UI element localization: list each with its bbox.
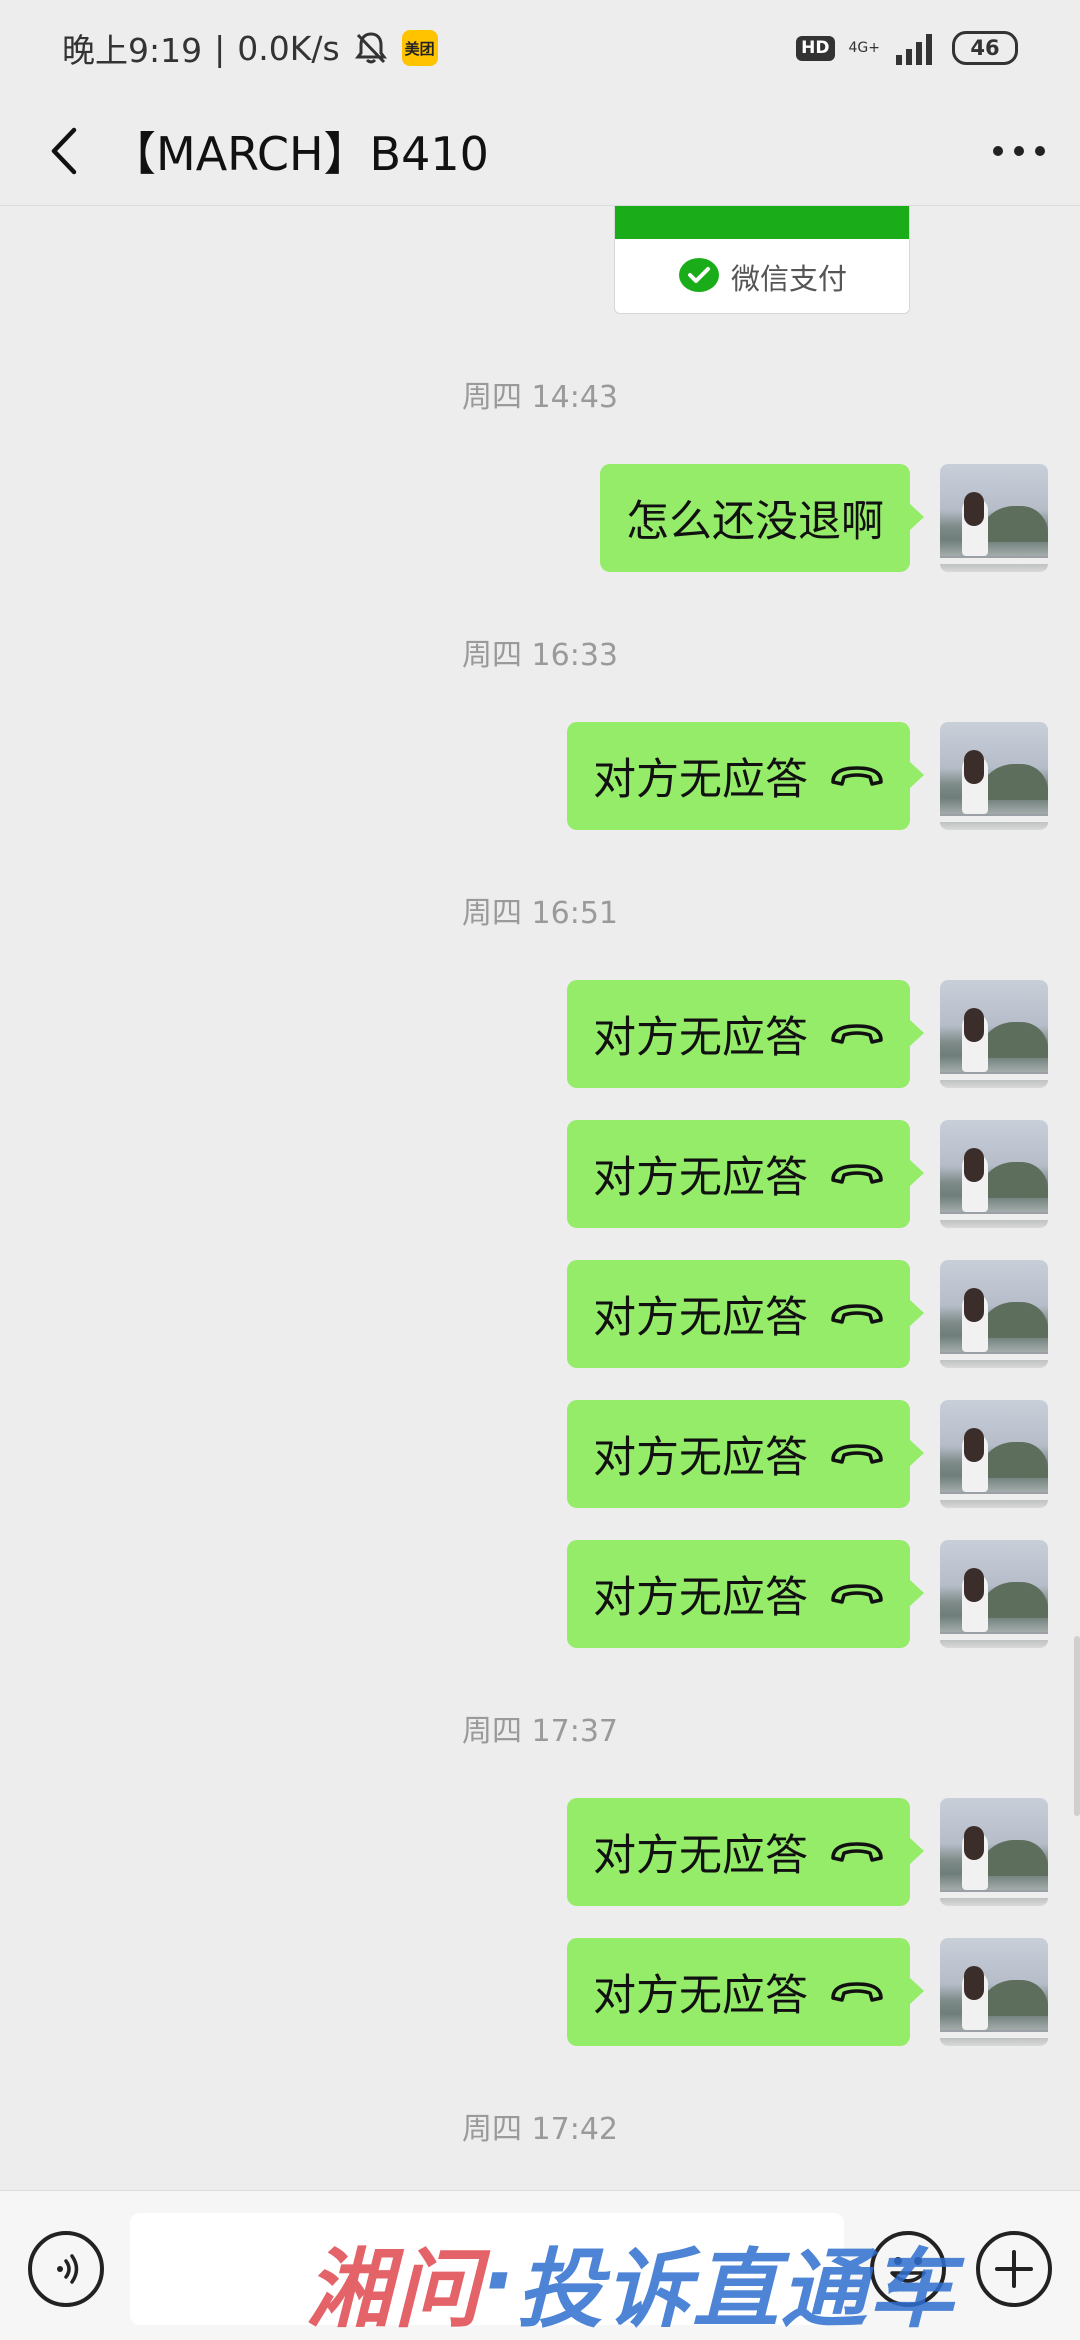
phone-hangup-icon <box>831 1842 883 1862</box>
message-text: 对方无应答 <box>593 1831 808 1881</box>
wechat-pay-icon <box>678 258 719 292</box>
message-row: 对方无应答 <box>0 1260 1080 1368</box>
phone-hangup-icon <box>831 1444 883 1464</box>
avatar[interactable] <box>940 464 1048 572</box>
call-bubble[interactable]: 对方无应答 <box>567 1540 924 1648</box>
timestamp: 周四 16:33 <box>462 638 618 673</box>
avatar[interactable] <box>940 980 1048 1088</box>
call-bubble[interactable]: 对方无应答 <box>567 1400 924 1508</box>
message-bubble[interactable]: 怎么还没退啊 <box>600 464 924 572</box>
scrollbar[interactable] <box>1074 1636 1080 1816</box>
avatar[interactable] <box>940 1540 1048 1648</box>
chat-title: 【MARCH】B410 <box>110 127 489 181</box>
timestamp: 周四 17:42 <box>462 2112 618 2147</box>
chat-header: 【MARCH】B410 <box>0 96 1080 206</box>
timestamp: 周四 17:37 <box>462 1714 618 1749</box>
plus-icon <box>995 2250 1033 2288</box>
voice-button[interactable] <box>28 2231 104 2307</box>
avatar[interactable] <box>940 1260 1048 1368</box>
more-options-button[interactable] <box>986 118 1052 184</box>
more-dots-icon <box>993 146 1045 156</box>
pay-card-footer: 微信支付 <box>615 239 909 313</box>
call-bubble[interactable]: 对方无应答 <box>567 1120 924 1228</box>
back-button[interactable] <box>30 118 96 184</box>
status-time: 晚上9:19 <box>62 31 203 70</box>
plus-button[interactable] <box>976 2231 1052 2307</box>
message-row: 对方无应答 <box>0 1938 1080 2046</box>
emoji-icon <box>890 2257 926 2283</box>
message-row: 对方无应答 <box>0 1798 1080 1906</box>
message-text: 对方无应答 <box>593 1433 808 1483</box>
avatar[interactable] <box>940 1938 1048 2046</box>
call-bubble[interactable]: 对方无应答 <box>567 1938 924 2046</box>
avatar[interactable] <box>940 722 1048 830</box>
message-row: 对方无应答 <box>0 722 1080 830</box>
message-text: 对方无应答 <box>593 1971 808 2021</box>
message-list[interactable]: 微信支付 周四 14:43 怎么还没退啊 周四 16:33 对方无应答 周四 1… <box>0 206 1080 2190</box>
timestamp: 周四 16:51 <box>462 896 618 931</box>
message-text: 对方无应答 <box>593 1293 808 1343</box>
call-bubble[interactable]: 对方无应答 <box>567 1798 924 1906</box>
meituan-app-icon: 美团 <box>401 30 438 66</box>
phone-hangup-icon <box>831 1304 883 1324</box>
message-row: 怎么还没退啊 <box>0 464 1080 572</box>
call-bubble[interactable]: 对方无应答 <box>567 722 924 830</box>
message-text: 对方无应答 <box>593 1153 808 1203</box>
hd-badge: HD <box>796 35 835 61</box>
network-indicator: 4G+ <box>849 41 881 55</box>
input-bar <box>0 2190 1080 2340</box>
message-input[interactable] <box>130 2213 844 2325</box>
phone-hangup-icon <box>831 1024 883 1044</box>
message-row: 对方无应答 <box>0 980 1080 1088</box>
avatar[interactable] <box>940 1400 1048 1508</box>
status-right: HD 4G+ 46 <box>796 26 1018 70</box>
emoji-button[interactable] <box>870 2231 946 2307</box>
call-bubble[interactable]: 对方无应答 <box>567 1260 924 1368</box>
message-row: 对方无应答 <box>0 1400 1080 1508</box>
signal-icon <box>896 34 932 65</box>
battery-indicator: 46 <box>952 31 1018 65</box>
pay-card-banner <box>615 206 909 239</box>
message-row: 对方无应答 <box>0 1540 1080 1648</box>
phone-hangup-icon <box>831 766 883 786</box>
phone-hangup-icon <box>831 1164 883 1184</box>
pay-card-label: 微信支付 <box>730 262 847 296</box>
message-row: 对方无应答 <box>0 1120 1080 1228</box>
call-bubble[interactable]: 对方无应答 <box>567 980 924 1088</box>
status-bar: 晚上9:19 | 0.0K/s 美团 HD 4G+ 46 <box>0 0 1080 96</box>
bell-off-icon <box>354 32 387 64</box>
message-text: 对方无应答 <box>593 1573 808 1623</box>
message-text: 怎么还没退啊 <box>626 497 884 547</box>
status-left: 晚上9:19 | 0.0K/s 美团 <box>62 24 438 72</box>
message-text: 对方无应答 <box>593 755 808 805</box>
avatar[interactable] <box>940 1120 1048 1228</box>
avatar[interactable] <box>940 1798 1048 1906</box>
wechat-pay-card[interactable]: 微信支付 <box>614 206 910 314</box>
phone-hangup-icon <box>831 1982 883 2002</box>
back-arrow-icon <box>51 127 77 175</box>
status-separator: | <box>214 28 226 68</box>
network-speed: 0.0K/s <box>237 28 340 68</box>
voice-icon <box>57 2254 79 2284</box>
timestamp: 周四 14:43 <box>462 380 618 415</box>
network-type: 4G+ <box>848 40 881 56</box>
message-text: 对方无应答 <box>593 1013 808 1063</box>
phone-hangup-icon <box>831 1584 883 1604</box>
battery-level: 46 <box>970 36 1000 60</box>
